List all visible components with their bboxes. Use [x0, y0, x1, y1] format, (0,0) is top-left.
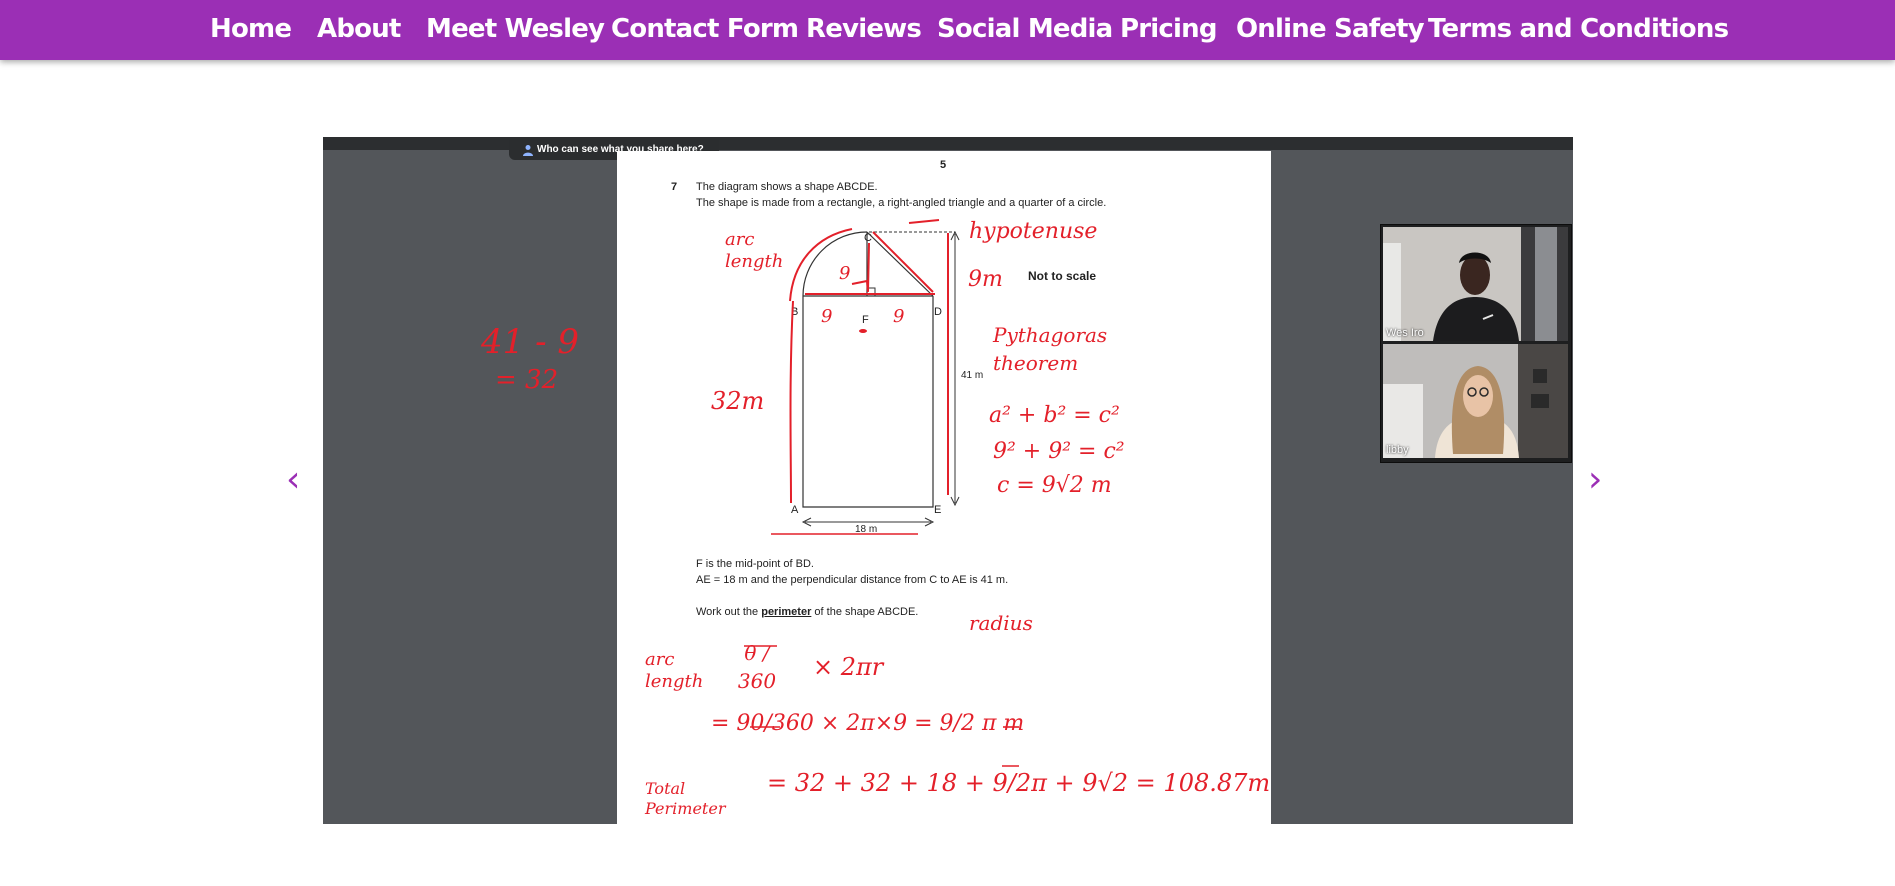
info-line-2: AE = 18 m and the perpendicular distance…: [696, 574, 1009, 586]
nav-menu: Home About Meet Wesley Contact Form Revi…: [0, 0, 1895, 60]
info-line-1: F is the mid-point of BD.: [696, 558, 814, 570]
participant-name-wes: Wes Iro: [1386, 327, 1424, 339]
image-slider-slide: Who can see what you share here? 41 - 9 …: [323, 137, 1573, 824]
nav-meet-wesley-link[interactable]: Meet Wesley: [426, 14, 605, 44]
person-icon: [523, 145, 533, 156]
nav-online-safety-link[interactable]: Online Safety: [1236, 14, 1425, 44]
annotation-arc-length-formula-label: arc length: [645, 649, 704, 692]
annotation-arc-length: arc length: [725, 229, 784, 272]
annotation-equation-3: c = 9√2 m: [997, 473, 1112, 498]
video-tile-libby[interactable]: libby: [1383, 344, 1568, 458]
annotation-total-equation: = 32 + 32 + 18 + 9/2π + 9√2 = 108.87m: [767, 769, 1271, 797]
annotation-pythagoras-theorem: Pythagoras theorem: [993, 323, 1108, 375]
annotation-nine-right: 9: [893, 306, 905, 327]
annotation-nine-height: 9: [839, 263, 851, 284]
nav-contact-form-link[interactable]: Contact Form: [611, 14, 799, 44]
video-tile-wes[interactable]: Wes Iro: [1383, 227, 1568, 341]
webcam-feed-wes: [1383, 227, 1568, 341]
nav-reviews-link[interactable]: Reviews: [806, 14, 922, 44]
annotation-32m: 32m: [711, 387, 765, 415]
annotation-nine-m: 9m: [968, 267, 1003, 292]
top-navigation-bar: Home About Meet Wesley Contact Form Revi…: [0, 0, 1895, 60]
annotation-equation-1: a² + b² = c²: [989, 403, 1120, 428]
annotation-two-pi-r: × 2πr: [813, 653, 884, 681]
slider-prev-arrow-icon[interactable]: ‹: [286, 462, 300, 498]
nav-pricing-link[interactable]: Pricing: [1120, 14, 1217, 44]
side-calculation-line1: 41 - 9: [481, 322, 579, 362]
task-line: Work out the perimeter of the shape ABCD…: [696, 606, 918, 618]
task-text-pre: Work out the: [696, 606, 762, 618]
annotation-theta-fraction: θ / 360: [737, 641, 777, 693]
annotation-hypotenuse: hypotenuse: [969, 219, 1098, 244]
nav-home-link[interactable]: Home: [210, 14, 292, 44]
nav-social-media-link[interactable]: Social Media: [937, 14, 1113, 44]
side-calculation-line2: = 32: [495, 365, 559, 395]
video-participants-panel: Wes Iro libby: [1380, 224, 1572, 463]
annotation-radius: radius: [969, 611, 1033, 635]
annotation-nine-left: 9: [821, 306, 833, 327]
slider-next-arrow-icon[interactable]: ›: [1588, 462, 1602, 498]
webcam-feed-libby: [1383, 344, 1568, 458]
task-text-post: of the shape ABCDE.: [811, 606, 919, 618]
nav-terms-link[interactable]: Terms and Conditions: [1428, 14, 1729, 44]
annotation-total-perimeter-label: Total Perimeter: [645, 779, 726, 818]
annotation-equation-2: 9² + 9² = c²: [993, 439, 1125, 464]
participant-name-libby: libby: [1386, 444, 1409, 456]
annotation-arc-step-2: = 90/360 × 2π×9 = 9/2 π m: [711, 711, 1025, 736]
task-text-bold: perimeter: [761, 606, 812, 618]
worksheet-page: 5 7 The diagram shows a shape ABCDE. The…: [617, 151, 1271, 824]
nav-about-link[interactable]: About: [317, 14, 401, 44]
